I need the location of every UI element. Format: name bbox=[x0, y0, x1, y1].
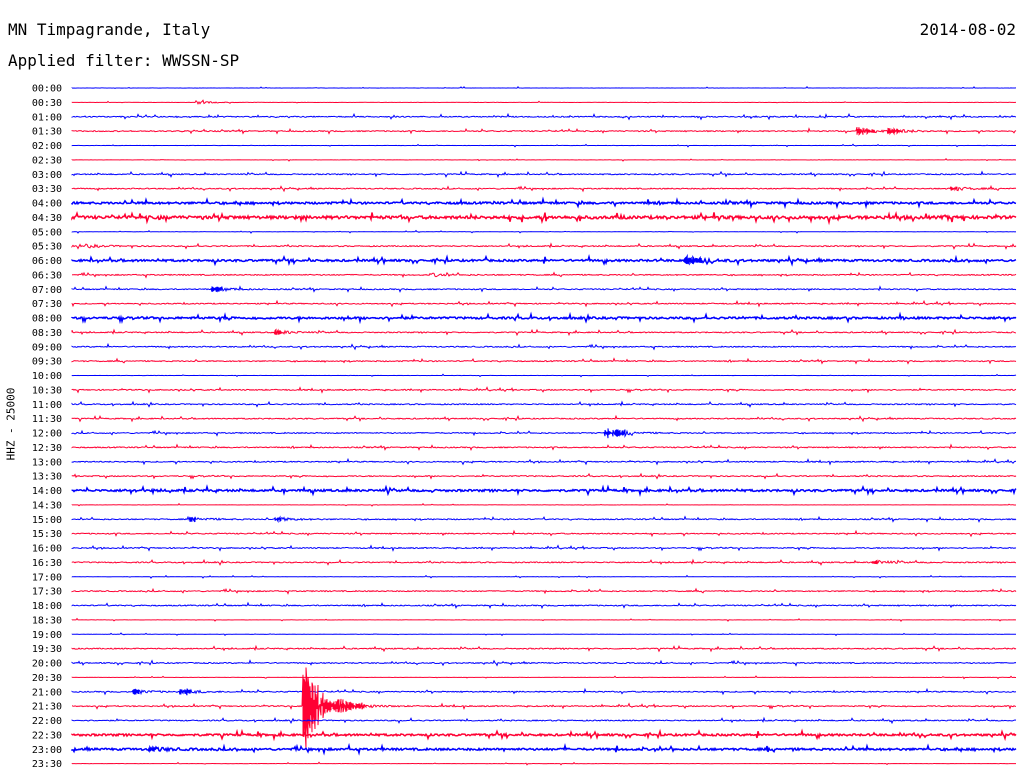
time-tick-label: 09:30 bbox=[32, 357, 62, 368]
seismogram-trace bbox=[71, 170, 1017, 178]
time-tick-label: 20:30 bbox=[32, 673, 62, 684]
time-tick-label: 06:30 bbox=[32, 270, 62, 281]
time-tick-label: 15:30 bbox=[32, 529, 62, 540]
time-tick-label: 22:00 bbox=[32, 716, 62, 727]
seismogram-trace bbox=[71, 428, 1017, 439]
time-tick-label: 03:00 bbox=[32, 170, 62, 181]
seismogram-trace bbox=[71, 675, 1017, 680]
seismogram-trace bbox=[71, 443, 1017, 452]
seismogram-trace bbox=[71, 601, 1017, 610]
time-tick-label: 11:30 bbox=[32, 414, 62, 425]
seismogram-trace bbox=[71, 558, 1017, 566]
seismogram-trace bbox=[71, 85, 1017, 89]
time-tick-label: 13:00 bbox=[32, 457, 62, 468]
seismogram-trace bbox=[71, 99, 1017, 105]
time-tick-label: 01:00 bbox=[32, 112, 62, 123]
seismogram-trace bbox=[71, 687, 1017, 696]
seismogram-trace bbox=[71, 253, 1017, 267]
seismogram-trace bbox=[71, 742, 1017, 756]
time-tick-label: 09:00 bbox=[32, 342, 62, 353]
seismogram-trace bbox=[71, 357, 1017, 365]
time-tick-label: 04:30 bbox=[32, 213, 62, 224]
seismogram-trace bbox=[71, 728, 1017, 742]
time-tick-label: 22:30 bbox=[32, 730, 62, 741]
seismogram-trace bbox=[71, 472, 1017, 480]
seismogram-trace bbox=[71, 515, 1017, 524]
time-tick-label: 19:00 bbox=[32, 630, 62, 641]
seismogram-trace bbox=[71, 644, 1017, 653]
time-tick-label: 02:00 bbox=[32, 141, 62, 152]
seismogram-trace bbox=[71, 229, 1017, 234]
seismogram-trace bbox=[71, 342, 1017, 351]
seismogram-trace bbox=[71, 544, 1017, 552]
seismogram-trace bbox=[71, 502, 1017, 507]
seismogram-trace bbox=[71, 716, 1017, 725]
time-tick-label: 07:00 bbox=[32, 285, 62, 296]
time-tick-label: 14:30 bbox=[32, 500, 62, 511]
time-tick-label: 12:00 bbox=[32, 429, 62, 440]
seismogram-trace bbox=[71, 311, 1017, 325]
time-tick-label: 10:00 bbox=[32, 371, 62, 382]
seismogram-trace bbox=[71, 386, 1017, 394]
seismogram-trace bbox=[71, 210, 1017, 226]
time-tick-label: 06:00 bbox=[32, 256, 62, 267]
time-tick-label: 18:30 bbox=[32, 615, 62, 626]
time-tick-label: 00:30 bbox=[32, 98, 62, 109]
seismogram-trace bbox=[71, 271, 1017, 279]
time-tick-label: 07:30 bbox=[32, 299, 62, 310]
time-tick-label: 20:00 bbox=[32, 659, 62, 670]
seismogram-trace bbox=[71, 484, 1017, 497]
seismogram-trace bbox=[71, 659, 1017, 667]
seismogram-trace bbox=[71, 143, 1017, 148]
seismogram-trace bbox=[71, 632, 1017, 637]
time-tick-label: 03:30 bbox=[32, 184, 62, 195]
seismogram-trace bbox=[71, 574, 1017, 579]
time-tick-label: 14:00 bbox=[32, 486, 62, 497]
time-tick-label: 13:30 bbox=[32, 472, 62, 483]
time-tick-label: 04:00 bbox=[32, 199, 62, 210]
seismogram-trace bbox=[71, 761, 1017, 766]
time-tick-label: 21:00 bbox=[32, 687, 62, 698]
time-tick-label: 01:30 bbox=[32, 127, 62, 138]
time-tick-label: 05:30 bbox=[32, 242, 62, 253]
seismogram-trace bbox=[71, 112, 1017, 121]
seismogram-trace bbox=[71, 242, 1017, 250]
seismogram-trace bbox=[71, 373, 1017, 378]
seismogram-trace bbox=[71, 400, 1017, 408]
time-tick-label: 17:00 bbox=[32, 572, 62, 583]
seismogram-trace bbox=[71, 158, 1017, 162]
time-tick-label: 16:00 bbox=[32, 544, 62, 555]
time-tick-label: 02:30 bbox=[32, 155, 62, 166]
seismogram-trace bbox=[71, 127, 1017, 136]
helicorder-plot: 00:00 00:30 01:00 01:30 02:00 02:30 03:00 03:30… bbox=[32, 84, 1017, 770]
time-tick-label: 19:30 bbox=[32, 644, 62, 655]
seismogram-trace bbox=[71, 328, 1017, 337]
time-tick-label: 12:30 bbox=[32, 443, 62, 454]
time-tick-label: 23:00 bbox=[32, 745, 62, 756]
time-tick-label: 11:00 bbox=[32, 400, 62, 411]
time-tick-label: 23:30 bbox=[32, 759, 62, 770]
time-tick-label: 08:30 bbox=[32, 328, 62, 339]
seismogram-trace bbox=[71, 529, 1017, 538]
time-tick-label: 16:30 bbox=[32, 558, 62, 569]
time-tick-label: 17:30 bbox=[32, 587, 62, 598]
time-tick-label: 05:00 bbox=[32, 227, 62, 238]
time-tick-label: 10:30 bbox=[32, 385, 62, 396]
time-tick-label: 18:00 bbox=[32, 601, 62, 612]
time-tick-label: 15:00 bbox=[32, 515, 62, 526]
seismogram-trace bbox=[71, 414, 1017, 423]
seismogram-trace bbox=[71, 299, 1017, 308]
seismogram-trace bbox=[71, 617, 1017, 622]
time-tick-label: 21:30 bbox=[32, 702, 62, 713]
seismogram-trace bbox=[72, 667, 1016, 750]
seismogram-trace bbox=[71, 196, 1017, 210]
seismogram-trace bbox=[71, 457, 1017, 466]
seismogram-trace bbox=[71, 184, 1017, 193]
time-tick-label: 08:00 bbox=[32, 314, 62, 325]
seismogram-trace bbox=[71, 587, 1017, 595]
seismogram-trace bbox=[71, 285, 1017, 293]
time-tick-label: 00:00 bbox=[32, 84, 62, 95]
